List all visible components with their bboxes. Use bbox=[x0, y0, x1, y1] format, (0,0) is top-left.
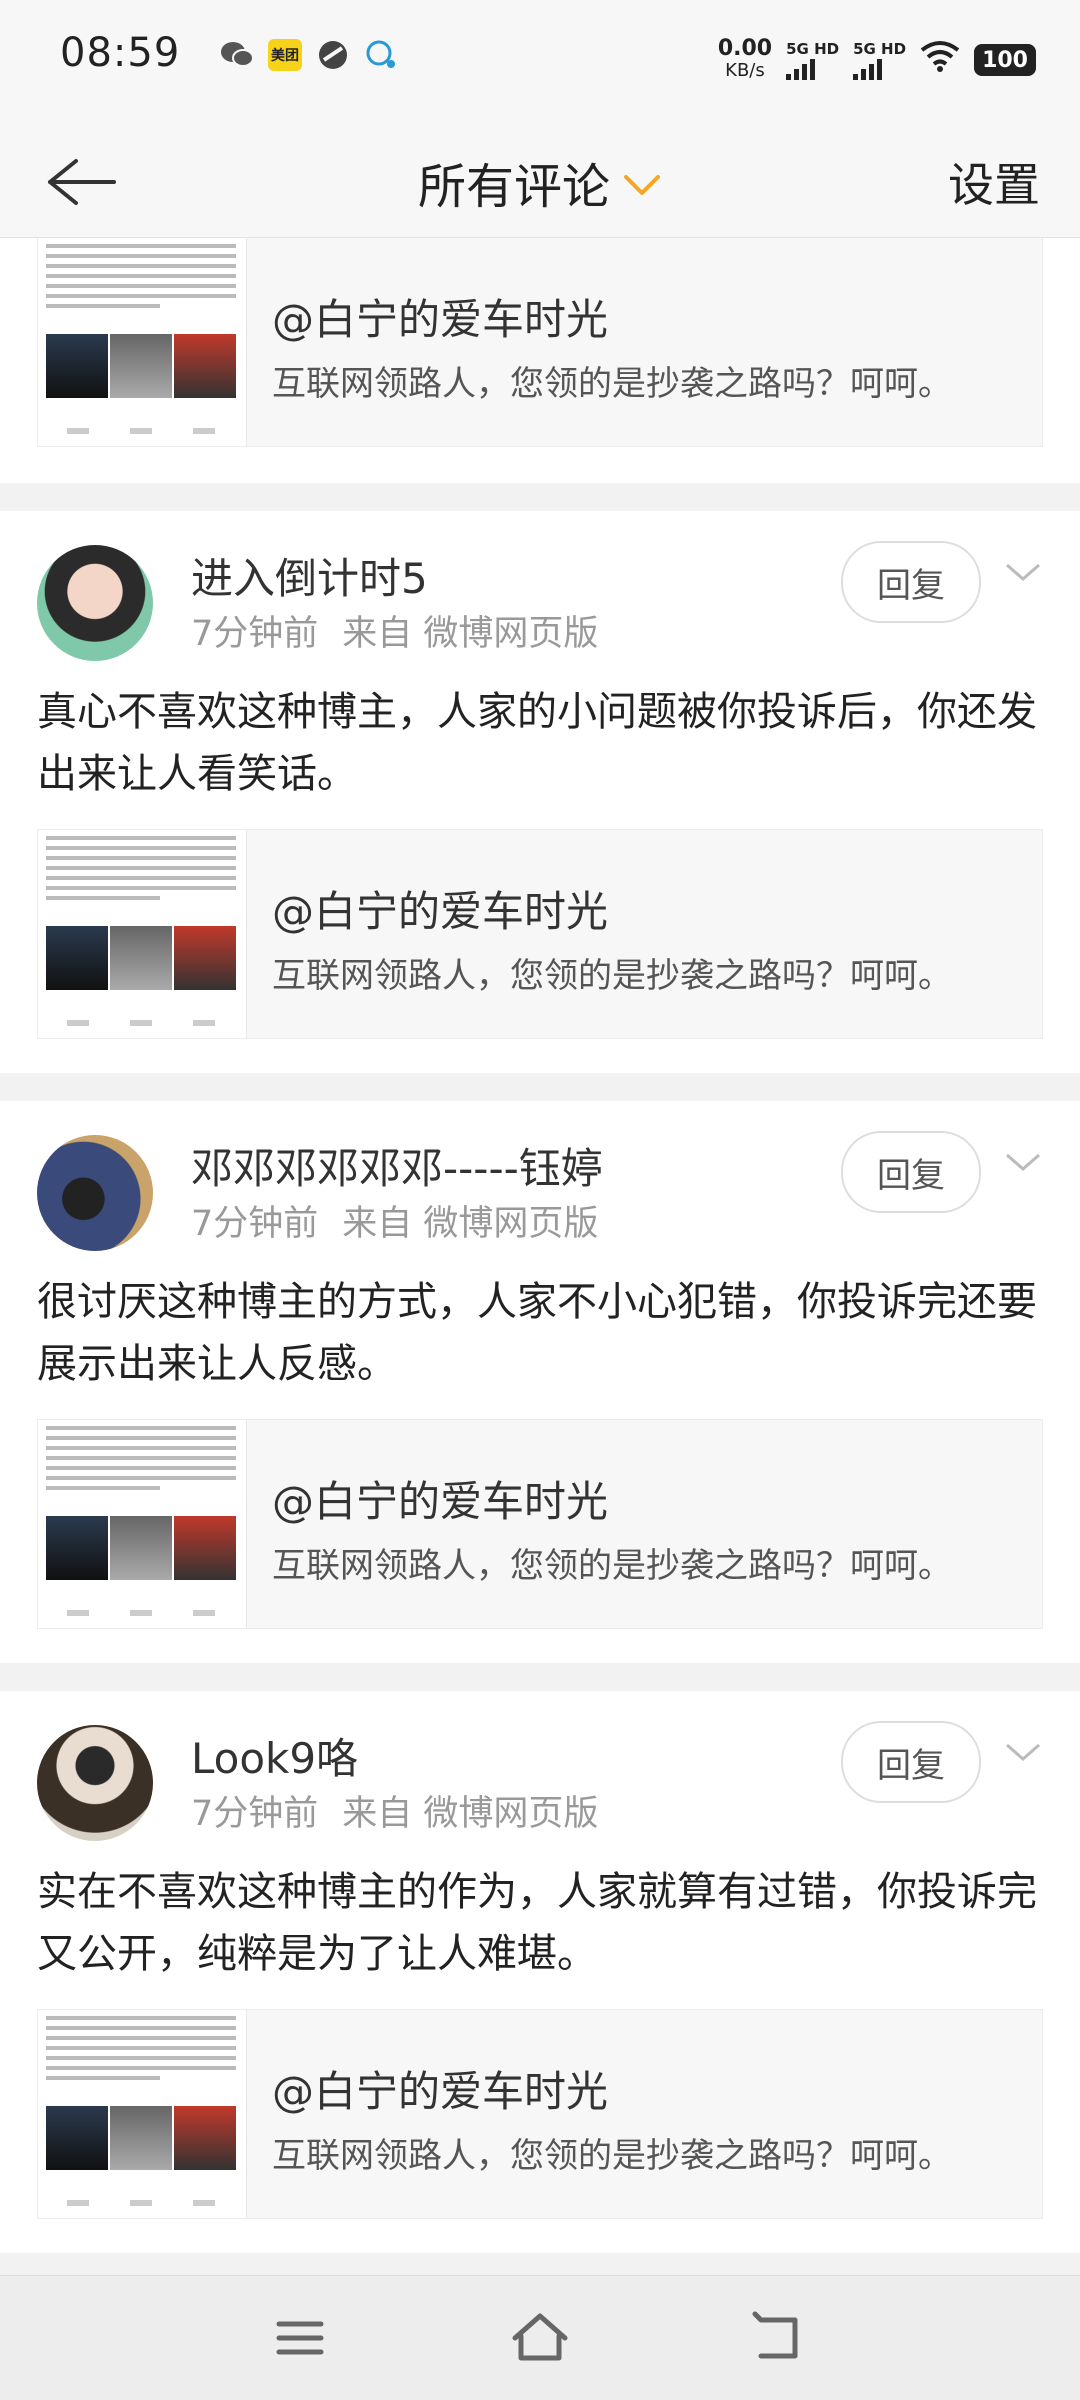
home-icon[interactable] bbox=[505, 2306, 575, 2370]
wechat-icon bbox=[220, 38, 254, 72]
comment-card: 进入倒计时5 7分钟前 来自 微博网页版 回复 真心不喜欢这种博主，人家的小问题被… bbox=[0, 511, 1080, 1073]
reply-button[interactable]: 回复 bbox=[841, 1721, 981, 1803]
post-thumbnail bbox=[38, 1420, 247, 1628]
app-icon bbox=[316, 38, 350, 72]
comment-meta: 7分钟前 来自 微博网页版 bbox=[191, 614, 599, 654]
settings-button[interactable]: 设置 bbox=[948, 149, 1040, 215]
wifi-icon bbox=[920, 40, 960, 81]
quoted-text: 互联网领路人，您领的是抄袭之路吗？呵呵。 bbox=[272, 1546, 952, 1586]
system-nav-bar bbox=[0, 2275, 1080, 2400]
quoted-post[interactable]: @白宁的爱车时光 互联网领路人，您领的是抄袭之路吗？呵呵。 bbox=[37, 829, 1043, 1039]
comments-filter-dropdown[interactable]: 所有评论 bbox=[0, 147, 1080, 217]
comment-username[interactable]: 邓邓邓邓邓邓-----钰婷 bbox=[191, 1135, 603, 1196]
message-icon bbox=[364, 38, 398, 72]
avatar[interactable] bbox=[37, 545, 153, 661]
comment-card: Look9咯 7分钟前 来自 微博网页版 回复 实在不喜欢这种博主的作为，人家就算… bbox=[0, 1691, 1080, 2253]
quoted-text: 互联网领路人，您领的是抄袭之路吗？呵呵。 bbox=[272, 364, 952, 404]
network-speed: 0.00 KB/s bbox=[717, 36, 773, 82]
post-thumbnail bbox=[38, 238, 247, 446]
reply-button[interactable]: 回复 bbox=[841, 1131, 981, 1213]
quoted-post[interactable]: @白宁的爱车时光 互联网领路人，您领的是抄袭之路吗？呵呵。 bbox=[37, 1419, 1043, 1629]
comment-feed: @白宁的爱车时光 互联网领路人，您领的是抄袭之路吗？呵呵。 进入倒计时5 7分钟… bbox=[0, 238, 1080, 2281]
chevron-down-icon[interactable] bbox=[1003, 1143, 1043, 1183]
quoted-post[interactable]: @白宁的爱车时光 互联网领路人，您领的是抄袭之路吗？呵呵。 bbox=[37, 2009, 1043, 2219]
comment-card-partial: @白宁的爱车时光 互联网领路人，您领的是抄袭之路吗？呵呵。 bbox=[0, 238, 1080, 483]
chevron-down-icon bbox=[622, 165, 662, 206]
post-thumbnail bbox=[38, 2010, 247, 2218]
comment-meta: 7分钟前 来自 微博网页版 bbox=[191, 1794, 599, 1834]
quoted-text: 互联网领路人，您领的是抄袭之路吗？呵呵。 bbox=[272, 956, 952, 996]
quoted-user: @白宁的爱车时光 bbox=[272, 295, 609, 344]
top-nav-bar: 所有评论 设置 bbox=[0, 125, 1080, 238]
comment-meta: 7分钟前 来自 微博网页版 bbox=[191, 1204, 599, 1244]
status-time: 08:59 bbox=[60, 30, 181, 76]
page-title: 所有评论 bbox=[417, 159, 610, 215]
reply-button[interactable]: 回复 bbox=[841, 541, 981, 623]
chevron-down-icon[interactable] bbox=[1003, 553, 1043, 593]
battery-icon: 100 bbox=[974, 44, 1036, 76]
comment-card: 邓邓邓邓邓邓-----钰婷 7分钟前 来自 微博网页版 回复 很讨厌这种博主的方式… bbox=[0, 1101, 1080, 1663]
quoted-post[interactable]: @白宁的爱车时光 互联网领路人，您领的是抄袭之路吗？呵呵。 bbox=[37, 238, 1043, 447]
comment-username[interactable]: Look9咯 bbox=[191, 1725, 358, 1786]
meituan-icon: 美团 bbox=[268, 39, 302, 71]
quoted-text: 互联网领路人，您领的是抄袭之路吗？呵呵。 bbox=[272, 2136, 952, 2176]
status-bar: 08:59 美团 0.00 KB/s 5G HD 5G HD 100 bbox=[0, 0, 1080, 125]
quoted-user: @白宁的爱车时光 bbox=[272, 887, 609, 936]
chevron-down-icon[interactable] bbox=[1003, 1733, 1043, 1773]
back-icon[interactable] bbox=[745, 2306, 815, 2370]
quoted-user: @白宁的爱车时光 bbox=[272, 2067, 609, 2116]
comment-text: 真心不喜欢这种博主，人家的小问题被你投诉后，你还发出来让人看笑话。 bbox=[37, 689, 1037, 797]
sim1-signal-icon: 5G HD bbox=[786, 40, 839, 80]
comment-text: 很讨厌这种博主的方式，人家不小心犯错，你投诉完还要展示出来让人反感。 bbox=[37, 1279, 1037, 1387]
menu-icon[interactable] bbox=[265, 2306, 335, 2370]
avatar[interactable] bbox=[37, 1725, 153, 1841]
comment-text: 实在不喜欢这种博主的作为，人家就算有过错，你投诉完又公开，纯粹是为了让人难堪。 bbox=[37, 1869, 1037, 1977]
comment-username[interactable]: 进入倒计时5 bbox=[191, 545, 428, 606]
quoted-user: @白宁的爱车时光 bbox=[272, 1477, 609, 1526]
post-thumbnail bbox=[38, 830, 247, 1038]
avatar[interactable] bbox=[37, 1135, 153, 1251]
sim2-signal-icon: 5G HD bbox=[853, 40, 906, 80]
